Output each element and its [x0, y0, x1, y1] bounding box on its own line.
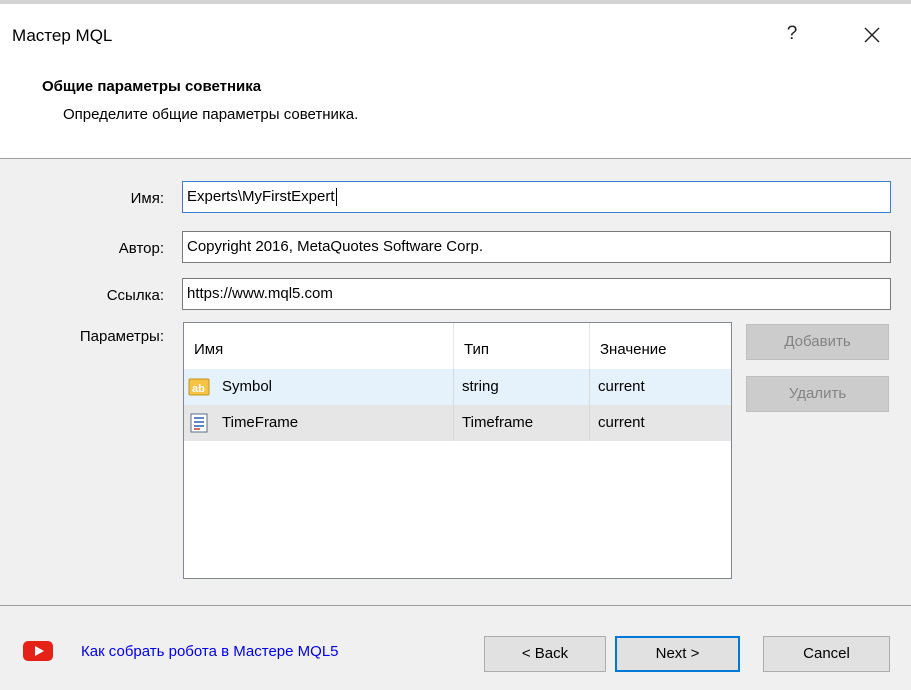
window-title: Мастер MQL [12, 26, 113, 45]
author-label: Автор: [118, 240, 164, 257]
help-button[interactable]: ? [782, 22, 802, 46]
link-value: https://www.mql5.com [187, 285, 333, 302]
column-header-value[interactable]: Значение [590, 323, 731, 369]
title-bar [0, 4, 911, 46]
name-label: Имя: [130, 190, 164, 207]
tutorial-link[interactable]: Как собрать робота в Мастере MQL5 [81, 643, 339, 660]
params-table[interactable]: Имя Тип Значение ab Symbol string curren… [183, 322, 732, 579]
name-input[interactable]: Experts\MyFirstExpert [182, 181, 891, 213]
params-label: Параметры: [79, 328, 164, 345]
svg-text:ab: ab [192, 383, 205, 395]
mql-wizard-window: Мастер MQL ? Общие параметры советника О… [0, 0, 911, 690]
column-header-type[interactable]: Тип [454, 323, 590, 369]
text-caret [335, 188, 337, 207]
param-name: Symbol [222, 378, 273, 395]
author-value: Copyright 2016, MetaQuotes Software Corp… [187, 238, 483, 255]
remove-param-button[interactable]: Удалить [746, 376, 889, 412]
param-name: TimeFrame [222, 414, 299, 431]
param-value-cell[interactable]: current [590, 369, 731, 405]
column-header-name[interactable]: Имя [184, 323, 454, 369]
link-label: Ссылка: [106, 287, 164, 304]
list-type-icon [190, 413, 208, 433]
param-value-cell[interactable]: current [590, 405, 731, 441]
params-table-header: Имя Тип Значение [184, 323, 731, 370]
page-title: Общие параметры советника [42, 78, 262, 95]
param-name-cell: ab Symbol [184, 369, 454, 405]
param-name-cell: TimeFrame [184, 405, 454, 441]
table-row[interactable]: ab Symbol string current [184, 369, 731, 405]
param-type-cell: Timeframe [454, 405, 590, 441]
table-row[interactable]: TimeFrame Timeframe current [184, 405, 731, 441]
add-param-button[interactable]: Добавить [746, 324, 889, 360]
name-value: Experts\MyFirstExpert [187, 188, 335, 205]
page-subtitle: Определите общие параметры советника. [63, 106, 359, 123]
author-input[interactable]: Copyright 2016, MetaQuotes Software Corp… [182, 231, 891, 263]
param-type-cell: string [454, 369, 590, 405]
youtube-icon [23, 641, 53, 661]
string-type-icon: ab [188, 378, 210, 396]
back-button[interactable]: < Back [484, 636, 606, 672]
link-input[interactable]: https://www.mql5.com [182, 278, 891, 310]
wizard-header: Общие параметры советника Определите общ… [0, 46, 911, 159]
next-button[interactable]: Next > [615, 636, 740, 672]
footer-divider [0, 605, 911, 606]
cancel-button[interactable]: Cancel [763, 636, 890, 672]
